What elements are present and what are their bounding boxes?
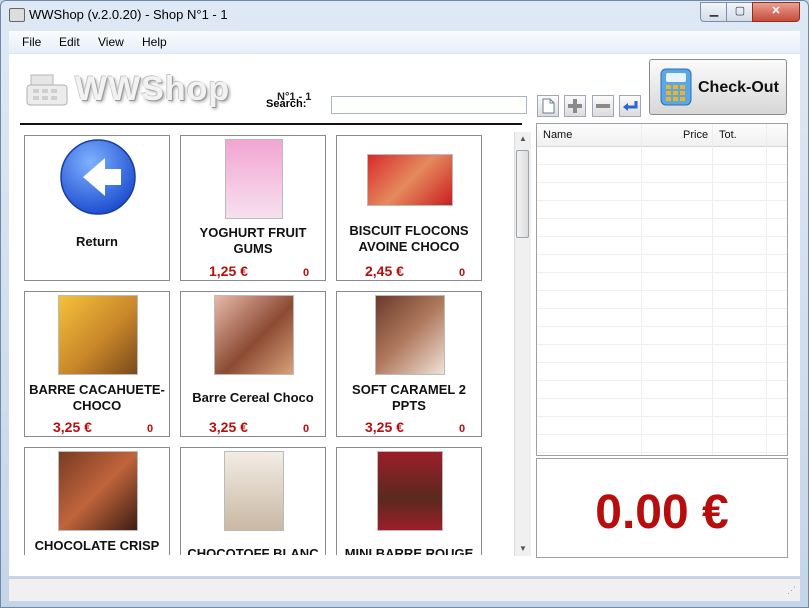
- total-display: 0.00 €: [536, 458, 788, 558]
- tile-name: MINI BARRE ROUGE: [344, 546, 474, 555]
- tile-quantity: 0: [459, 267, 466, 279]
- remove-button[interactable]: [592, 95, 614, 117]
- tile-name: CHOCOTOFF BLANC: [187, 546, 319, 555]
- undo-arrow-icon: [623, 101, 638, 111]
- calculator-icon: [660, 68, 692, 106]
- logo-text: WWShop: [75, 70, 231, 108]
- tile-quantity: 0: [459, 423, 466, 435]
- product-grid: Return YOGHURT FRUIT GUMS 1,25 € 0 BISCU…: [24, 135, 520, 555]
- product-tile[interactable]: YOGHURT FRUIT GUMS 1,25 € 0: [180, 135, 326, 281]
- tile-name: CHOCOLATE CRISP 2PPTS: [34, 538, 160, 555]
- tile-name: BARRE CACAHUETE-CHOCO: [29, 382, 165, 413]
- main-content: WWShop N°1 - 1 Search: Check-Out Return …: [9, 54, 800, 576]
- tile-name: SOFT CARAMEL 2 PPTS: [352, 382, 466, 413]
- new-document-icon: [542, 98, 555, 114]
- product-tile[interactable]: Barre Cereal Choco 3,25 € 0: [180, 291, 326, 437]
- scrollbar-thumb[interactable]: [516, 150, 529, 238]
- scroll-down-icon[interactable]: ▼: [519, 544, 527, 553]
- resize-grip-icon[interactable]: ⋰: [787, 585, 796, 596]
- total-amount: 0.00 €: [595, 486, 729, 539]
- cart-col-divider: [641, 124, 642, 455]
- tile-price: 1,25 €: [209, 263, 248, 279]
- menu-bar: File Edit View Help: [9, 31, 800, 53]
- product-image: [377, 451, 443, 531]
- product-image: [367, 154, 453, 206]
- back-arrow-icon: [60, 139, 136, 215]
- product-tile[interactable]: BARRE CACAHUETE-CHOCO 3,25 € 0: [24, 291, 170, 437]
- product-image: [225, 139, 283, 219]
- maximize-icon: ▢: [734, 5, 746, 17]
- product-tile[interactable]: MINI BARRE ROUGE: [336, 447, 482, 555]
- product-tile[interactable]: CHOCOTOFF BLANC: [180, 447, 326, 555]
- tile-price: 2,45 €: [365, 263, 404, 279]
- plus-icon: [568, 99, 582, 113]
- tile-price: 3,25 €: [53, 419, 92, 435]
- app-icon: [9, 8, 25, 22]
- header-divider: [20, 123, 522, 125]
- tile-name: Barre Cereal Choco: [192, 390, 314, 405]
- col-name[interactable]: Name: [543, 129, 572, 141]
- close-button[interactable]: ✕: [752, 2, 800, 22]
- menu-file[interactable]: File: [22, 35, 41, 49]
- undo-button[interactable]: [619, 95, 641, 117]
- product-tile[interactable]: SOFT CARAMEL 2 PPTS 3,25 € 0: [336, 291, 482, 437]
- cart-col-divider: [712, 124, 713, 455]
- tile-quantity: 0: [303, 267, 310, 279]
- cash-register-icon: [26, 74, 68, 106]
- menu-edit[interactable]: Edit: [59, 35, 80, 49]
- status-bar: ⋰: [9, 578, 800, 601]
- search-label: Search:: [266, 98, 307, 110]
- return-tile[interactable]: Return: [24, 135, 170, 281]
- maximize-button[interactable]: ▢: [726, 2, 754, 22]
- cart-col-divider: [766, 124, 767, 455]
- minimize-button[interactable]: ▁: [700, 2, 728, 22]
- cart-table[interactable]: Name Price Tot.: [536, 123, 788, 456]
- app-window: WWShop (v.2.0.20) - Shop N°1 - 1 ▁ ▢ ✕ F…: [0, 0, 809, 608]
- scroll-up-icon[interactable]: ▲: [519, 134, 527, 143]
- menu-help[interactable]: Help: [142, 35, 167, 49]
- checkout-button[interactable]: Check-Out: [649, 59, 787, 115]
- product-image: [224, 451, 284, 531]
- minimize-icon: ▁: [709, 5, 719, 17]
- product-image: [58, 451, 138, 531]
- cart-header: Name Price Tot.: [537, 124, 787, 147]
- add-button[interactable]: [564, 95, 586, 117]
- title-bar[interactable]: WWShop (v.2.0.20) - Shop N°1 - 1 ▁ ▢ ✕: [1, 1, 808, 29]
- col-price[interactable]: Price: [683, 129, 708, 141]
- product-tile[interactable]: CHOCOLATE CRISP 2PPTS: [24, 447, 170, 555]
- product-image: [214, 295, 294, 375]
- app-logo: WWShop: [25, 70, 229, 114]
- product-image: [58, 295, 138, 375]
- tile-name: Return: [76, 234, 118, 249]
- minus-icon: [596, 104, 610, 108]
- checkout-label: Check-Out: [698, 79, 779, 96]
- tile-name: BISCUIT FLOCONS AVOINE CHOCO: [349, 223, 469, 254]
- product-image: [375, 295, 445, 375]
- search-input[interactable]: [331, 96, 527, 114]
- window-title: WWShop (v.2.0.20) - Shop N°1 - 1: [29, 7, 228, 22]
- menu-view[interactable]: View: [98, 35, 124, 49]
- product-tile[interactable]: BISCUIT FLOCONS AVOINE CHOCO 2,45 € 0: [336, 135, 482, 281]
- tile-name: YOGHURT FRUIT GUMS: [199, 225, 307, 256]
- product-scrollbar[interactable]: ▲ ▼: [514, 132, 531, 556]
- new-item-button[interactable]: [537, 95, 559, 117]
- tile-quantity: 0: [303, 423, 310, 435]
- col-total[interactable]: Tot.: [719, 129, 737, 141]
- tile-price: 3,25 €: [365, 419, 404, 435]
- tile-quantity: 0: [147, 423, 154, 435]
- close-icon: ✕: [771, 5, 781, 17]
- cart-grid-lines: [537, 147, 787, 455]
- tile-price: 3,25 €: [209, 419, 248, 435]
